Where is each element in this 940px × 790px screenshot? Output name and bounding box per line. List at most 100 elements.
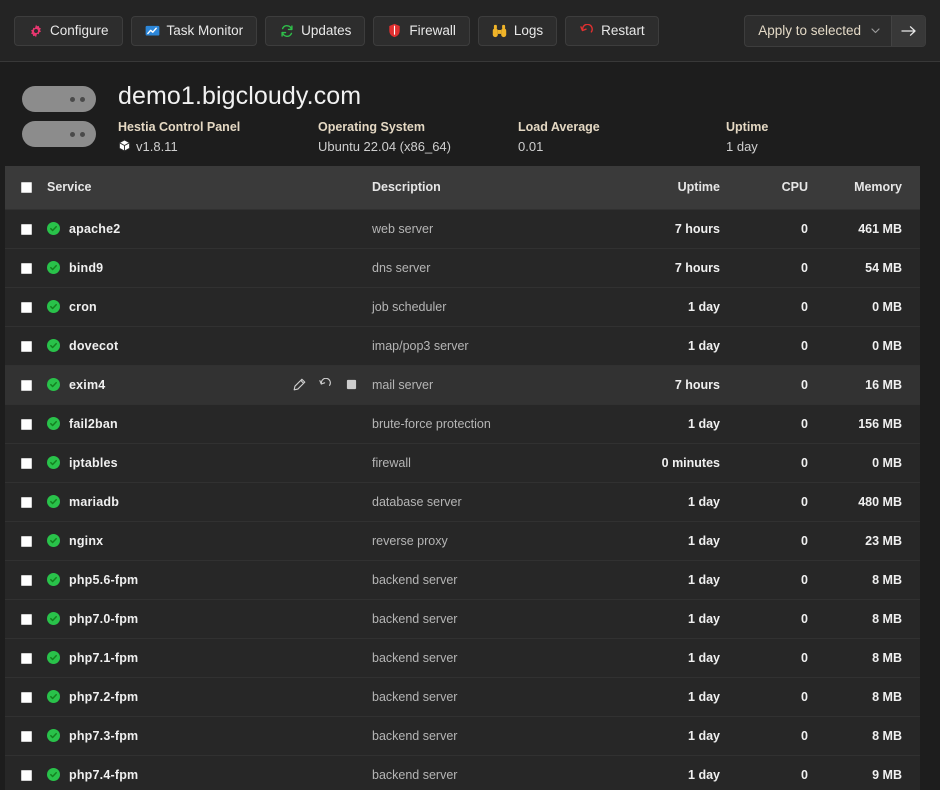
- restart-icon[interactable]: [318, 378, 332, 392]
- row-checkbox[interactable]: [21, 302, 32, 313]
- row-checkbox[interactable]: [21, 692, 32, 703]
- row-select-cell: [5, 365, 47, 404]
- table-row[interactable]: php7.3-fpmbackend server1 day08 MB: [5, 716, 920, 755]
- service-cpu: 0: [734, 287, 824, 326]
- service-memory: 8 MB: [824, 716, 920, 755]
- toolbar-button-label: Restart: [601, 23, 645, 38]
- row-checkbox[interactable]: [21, 770, 32, 781]
- row-select-cell: [5, 638, 47, 677]
- uptime-value: 1 day: [726, 139, 876, 154]
- service-uptime: 1 day: [622, 638, 734, 677]
- toolbar-button-logs[interactable]: Logs: [478, 16, 557, 46]
- undo-icon: [579, 23, 594, 38]
- column-header-uptime[interactable]: Uptime: [622, 166, 734, 209]
- row-checkbox[interactable]: [21, 458, 32, 469]
- service-uptime: 1 day: [622, 677, 734, 716]
- table-row[interactable]: php7.2-fpmbackend server1 day08 MB: [5, 677, 920, 716]
- service-name: php7.4-fpm: [69, 768, 138, 782]
- status-running-icon: [47, 222, 60, 235]
- table-row[interactable]: cronjob scheduler1 day00 MB: [5, 287, 920, 326]
- service-name: bind9: [69, 261, 103, 275]
- control-panel-label: Hestia Control Panel: [118, 120, 318, 134]
- table-row[interactable]: bind9dns server7 hours054 MB: [5, 248, 920, 287]
- column-header-service[interactable]: Service: [47, 166, 372, 209]
- service-memory: 461 MB: [824, 209, 920, 248]
- service-cell: apache2: [47, 209, 372, 248]
- table-row[interactable]: exim4mail server7 hours016 MB: [5, 365, 920, 404]
- apply-submit-button[interactable]: [891, 16, 925, 46]
- select-all-checkbox[interactable]: [21, 182, 32, 193]
- toolbar-button-firewall[interactable]: Firewall: [373, 16, 470, 46]
- table-row[interactable]: iptablesfirewall0 minutes00 MB: [5, 443, 920, 482]
- column-header-description[interactable]: Description: [372, 166, 622, 209]
- service-description: backend server: [372, 677, 622, 716]
- status-running-icon: [47, 612, 60, 625]
- row-select-cell: [5, 209, 47, 248]
- row-checkbox[interactable]: [21, 341, 32, 352]
- table-row[interactable]: nginxreverse proxy1 day023 MB: [5, 521, 920, 560]
- service-cpu: 0: [734, 716, 824, 755]
- toolbar-button-configure[interactable]: Configure: [14, 16, 123, 46]
- column-header-cpu[interactable]: CPU: [734, 166, 824, 209]
- services-table-head: Service Description Uptime CPU Memory: [5, 166, 920, 209]
- service-name-wrap: php7.1-fpm: [47, 651, 372, 665]
- operating-system-label: Operating System: [318, 120, 518, 134]
- meta-uptime: Uptime 1 day: [726, 120, 876, 155]
- service-description: dns server: [372, 248, 622, 287]
- meta-operating-system: Operating System Ubuntu 22.04 (x86_64): [318, 120, 518, 155]
- row-checkbox[interactable]: [21, 263, 32, 274]
- row-select-cell: [5, 677, 47, 716]
- table-row[interactable]: php7.4-fpmbackend server1 day09 MB: [5, 755, 920, 790]
- service-name: fail2ban: [69, 417, 118, 431]
- service-cpu: 0: [734, 560, 824, 599]
- edit-icon[interactable]: [292, 378, 306, 392]
- table-row[interactable]: php7.0-fpmbackend server1 day08 MB: [5, 599, 920, 638]
- row-checkbox[interactable]: [21, 731, 32, 742]
- table-row[interactable]: php7.1-fpmbackend server1 day08 MB: [5, 638, 920, 677]
- toolbar-button-updates[interactable]: Updates: [265, 16, 365, 46]
- server-info: demo1.bigcloudy.com Hestia Control Panel…: [118, 82, 940, 155]
- service-name-wrap: bind9: [47, 261, 372, 275]
- server-icon-bar-top: [22, 86, 96, 112]
- table-row[interactable]: php5.6-fpmbackend server1 day08 MB: [5, 560, 920, 599]
- row-checkbox[interactable]: [21, 419, 32, 430]
- table-row[interactable]: mariadbdatabase server1 day0480 MB: [5, 482, 920, 521]
- table-row[interactable]: apache2web server7 hours0461 MB: [5, 209, 920, 248]
- service-memory: 480 MB: [824, 482, 920, 521]
- service-description: brute-force protection: [372, 404, 622, 443]
- toolbar-button-task-monitor[interactable]: Task Monitor: [131, 16, 258, 46]
- status-running-icon: [47, 768, 60, 781]
- arrow-right-icon: [901, 25, 917, 37]
- column-header-memory[interactable]: Memory: [824, 166, 920, 209]
- service-memory: 54 MB: [824, 248, 920, 287]
- service-memory: 8 MB: [824, 560, 920, 599]
- service-cpu: 0: [734, 248, 824, 287]
- row-checkbox[interactable]: [21, 614, 32, 625]
- service-name-wrap: php5.6-fpm: [47, 573, 372, 587]
- table-row[interactable]: fail2banbrute-force protection1 day0156 …: [5, 404, 920, 443]
- row-checkbox[interactable]: [21, 224, 32, 235]
- toolbar-button-restart[interactable]: Restart: [565, 16, 659, 46]
- service-name: php5.6-fpm: [69, 573, 138, 587]
- row-checkbox[interactable]: [21, 653, 32, 664]
- apply-to-selected-group: Apply to selected: [744, 15, 926, 47]
- row-checkbox[interactable]: [21, 380, 32, 391]
- toolbar-button-label: Configure: [50, 23, 109, 38]
- server-meta-row: Hestia Control Panel v1.8.11 Operating S…: [118, 120, 940, 155]
- services-table-header-row: Service Description Uptime CPU Memory: [5, 166, 920, 209]
- service-cell: mariadb: [47, 482, 372, 521]
- row-checkbox[interactable]: [21, 575, 32, 586]
- row-checkbox[interactable]: [21, 497, 32, 508]
- service-memory: 23 MB: [824, 521, 920, 560]
- service-description: backend server: [372, 599, 622, 638]
- table-row[interactable]: dovecotimap/pop3 server1 day00 MB: [5, 326, 920, 365]
- apply-to-selected-dropdown[interactable]: Apply to selected: [745, 16, 891, 46]
- operating-system-value: Ubuntu 22.04 (x86_64): [318, 139, 518, 154]
- service-uptime: 7 hours: [622, 365, 734, 404]
- row-checkbox[interactable]: [21, 536, 32, 547]
- stop-icon[interactable]: [344, 378, 358, 392]
- toolbar-button-group: Configure Task MonitorUpdates Firewall Logs…: [14, 16, 659, 46]
- service-description: backend server: [372, 755, 622, 790]
- service-name-wrap: php7.2-fpm: [47, 690, 372, 704]
- service-uptime: 1 day: [622, 326, 734, 365]
